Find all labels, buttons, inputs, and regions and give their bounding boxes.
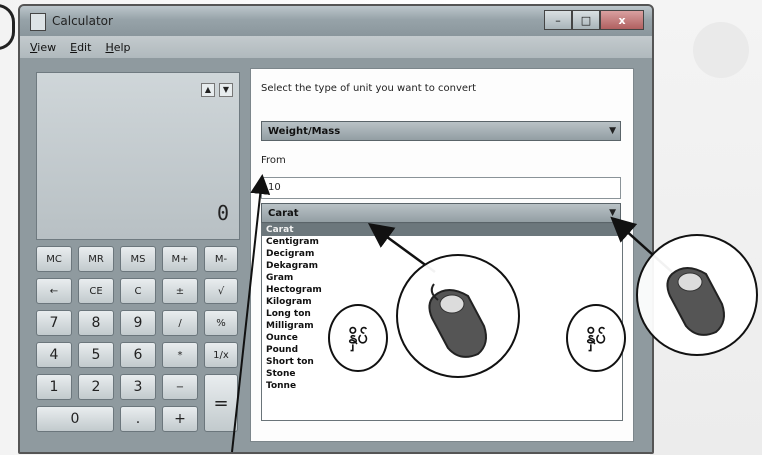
conversion-instruction: Select the type of unit you want to conv…	[261, 83, 477, 94]
history-up-icon[interactable]: ▲	[201, 83, 215, 97]
background-circle	[693, 22, 749, 78]
key-ce[interactable]: CE	[78, 278, 114, 304]
calculator-window: Calculator – □ x View Edit Help ▲ ▼ 0 MC…	[18, 4, 654, 454]
key-add[interactable]: +	[162, 406, 198, 432]
key-decimal[interactable]: .	[120, 406, 156, 432]
key-sqrt[interactable]: √	[204, 278, 238, 304]
key-percent[interactable]: %	[204, 310, 238, 336]
key-backspace[interactable]: ←	[36, 278, 72, 304]
key-reciprocal[interactable]: 1/x	[204, 342, 238, 368]
unit-type-value: Weight/Mass	[268, 125, 341, 137]
key-5[interactable]: 5	[78, 342, 114, 368]
step-bracket	[0, 4, 15, 50]
from-unit-value: Carat	[268, 207, 299, 219]
tutorial-stage: Calculator – □ x View Edit Help ▲ ▼ 0 MC…	[0, 0, 762, 455]
unit-option[interactable]: Centigram	[262, 236, 622, 248]
key-9[interactable]: 9	[120, 310, 156, 336]
key-1[interactable]: 1	[36, 374, 72, 400]
key-c[interactable]: C	[120, 278, 156, 304]
from-unit-dropdown[interactable]: Carat ▼	[261, 203, 621, 223]
chevron-down-icon: ▼	[609, 208, 616, 218]
display-value: 0	[216, 201, 229, 225]
key-3[interactable]: 3	[120, 374, 156, 400]
menu-edit[interactable]: Edit	[70, 41, 91, 54]
key-6[interactable]: 6	[120, 342, 156, 368]
minimize-button[interactable]: –	[544, 10, 572, 30]
from-label: From	[261, 155, 286, 166]
chevron-down-icon: ▼	[609, 126, 616, 136]
hand-mouse-icon	[636, 234, 758, 356]
hand-mouse-icon	[396, 254, 520, 378]
key-7[interactable]: 7	[36, 310, 72, 336]
click-badge-right: နှိပ်	[566, 304, 626, 372]
key-multiply[interactable]: *	[162, 342, 198, 368]
key-divide[interactable]: /	[162, 310, 198, 336]
key-8[interactable]: 8	[78, 310, 114, 336]
key-plus-minus[interactable]: ±	[162, 278, 198, 304]
menu-help[interactable]: Help	[105, 41, 130, 54]
key-subtract[interactable]: −	[162, 374, 198, 400]
from-value-input[interactable]: 10	[261, 177, 621, 199]
key-ms[interactable]: MS	[120, 246, 156, 272]
click-badge-left: နှိပ်	[328, 304, 388, 372]
key-m-plus[interactable]: M+	[162, 246, 198, 272]
window-title: Calculator	[52, 14, 113, 28]
maximize-button[interactable]: □	[572, 10, 600, 30]
history-down-icon[interactable]: ▼	[219, 83, 233, 97]
calculator-keypad-area: ▲ ▼ 0 MC MR MS M+ M- ← CE C ± √ 7 8 9 / …	[30, 66, 242, 442]
unit-option[interactable]: Carat	[262, 224, 622, 236]
title-bar[interactable]: Calculator – □ x	[20, 6, 652, 36]
key-4[interactable]: 4	[36, 342, 72, 368]
key-2[interactable]: 2	[78, 374, 114, 400]
key-m-minus[interactable]: M-	[204, 246, 238, 272]
calculator-display: ▲ ▼ 0	[36, 72, 240, 240]
window-controls: – □ x	[544, 10, 644, 30]
menu-view[interactable]: View	[30, 41, 56, 54]
menu-bar: View Edit Help	[20, 36, 652, 58]
calculator-app-icon	[30, 13, 46, 31]
key-equals[interactable]: =	[204, 374, 238, 432]
close-button[interactable]: x	[600, 10, 644, 30]
unit-option[interactable]: Tonne	[262, 380, 622, 392]
key-mr[interactable]: MR	[78, 246, 114, 272]
key-mc[interactable]: MC	[36, 246, 72, 272]
unit-type-dropdown[interactable]: Weight/Mass ▼	[261, 121, 621, 141]
key-0[interactable]: 0	[36, 406, 114, 432]
